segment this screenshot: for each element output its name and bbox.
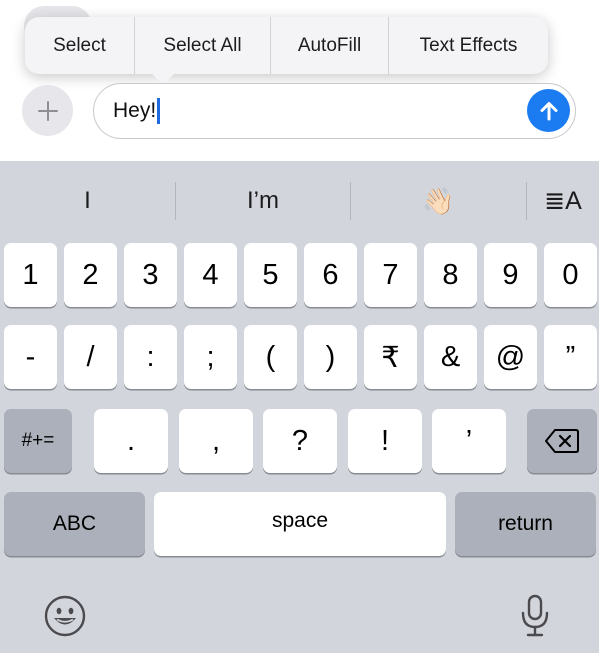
key-question[interactable]: ? <box>263 409 337 473</box>
key-colon[interactable]: : <box>124 325 177 389</box>
text-formatting-button[interactable]: ≣A <box>527 161 599 241</box>
key-label: ( <box>265 340 276 373</box>
key-apostrophe[interactable]: ’ <box>432 409 506 473</box>
menu-item-text-effects[interactable]: Text Effects <box>389 17 548 74</box>
key-label: ₹ <box>381 341 400 374</box>
key-1[interactable]: 1 <box>4 243 57 307</box>
key-label: 5 <box>262 258 279 291</box>
add-attachment-button[interactable] <box>22 85 73 136</box>
key-label: ? <box>291 424 309 457</box>
key-4[interactable]: 4 <box>184 243 237 307</box>
key-label: ABC <box>52 512 97 535</box>
keyboard: I I’m 👋🏻 ≣A 1 2 3 4 5 6 7 8 9 0 - / : ; … <box>0 161 599 653</box>
key-exclamation[interactable]: ! <box>348 409 422 473</box>
backspace-icon <box>545 429 579 453</box>
key-quote[interactable]: ” <box>544 325 597 389</box>
key-5[interactable]: 5 <box>244 243 297 307</box>
key-rupee[interactable]: ₹ <box>364 325 417 389</box>
key-label: 4 <box>202 258 219 291</box>
key-label: ” <box>565 340 576 373</box>
key-period[interactable]: . <box>94 409 168 473</box>
key-label: & <box>440 340 461 373</box>
dictation-button[interactable] <box>512 593 558 639</box>
key-at[interactable]: @ <box>484 325 537 389</box>
arrow-up-icon <box>540 101 557 120</box>
key-3[interactable]: 3 <box>124 243 177 307</box>
text-edit-menu: Select Select All AutoFill Text Effects <box>25 17 548 74</box>
delete-button[interactable] <box>527 409 597 473</box>
key-comma[interactable]: , <box>179 409 253 473</box>
microphone-icon <box>521 594 549 637</box>
suggestion-2[interactable]: I’m <box>176 161 350 241</box>
menu-item-autofill[interactable]: AutoFill <box>271 17 388 74</box>
key-label: 9 <box>502 258 519 291</box>
key-label: 6 <box>322 258 339 291</box>
suggestion-1[interactable]: I <box>0 161 175 241</box>
key-label: ; <box>206 340 215 373</box>
emoji-icon <box>44 595 86 637</box>
key-label: 7 <box>382 258 399 291</box>
key-hyphen[interactable]: - <box>4 325 57 389</box>
key-label: ! <box>380 424 390 457</box>
key-label: ) <box>325 340 336 373</box>
space-key[interactable]: space <box>154 492 446 556</box>
key-open-paren[interactable]: ( <box>244 325 297 389</box>
key-7[interactable]: 7 <box>364 243 417 307</box>
key-semicolon[interactable]: ; <box>184 325 237 389</box>
key-label: - <box>25 340 36 373</box>
key-2[interactable]: 2 <box>64 243 117 307</box>
key-9[interactable]: 9 <box>484 243 537 307</box>
key-label: . <box>126 424 136 457</box>
more-symbols-key[interactable]: #+= <box>4 409 72 473</box>
key-label: / <box>86 340 95 373</box>
emoji-keyboard-button[interactable] <box>42 593 88 639</box>
key-label: 8 <box>442 258 459 291</box>
key-ampersand[interactable]: & <box>424 325 477 389</box>
suggestion-emoji[interactable]: 👋🏻 <box>351 161 526 241</box>
send-button[interactable] <box>527 89 570 132</box>
plus-icon <box>37 100 58 121</box>
message-input[interactable]: Hey! <box>93 83 576 139</box>
key-label: 1 <box>22 258 39 291</box>
predictive-bar: I I’m 👋🏻 ≣A <box>0 161 599 241</box>
compose-area: Select Select All AutoFill Text Effects … <box>0 0 599 161</box>
key-label: : <box>146 340 155 373</box>
menu-item-select-all[interactable]: Select All <box>135 17 270 74</box>
key-slash[interactable]: / <box>64 325 117 389</box>
key-label: 3 <box>142 258 159 291</box>
text-cursor <box>157 98 161 124</box>
message-text-value: Hey! <box>113 99 157 122</box>
return-key[interactable]: return <box>455 492 596 556</box>
key-8[interactable]: 8 <box>424 243 477 307</box>
message-text: Hey! <box>113 98 161 124</box>
key-label: return <box>498 512 553 535</box>
key-6[interactable]: 6 <box>304 243 357 307</box>
key-close-paren[interactable]: ) <box>304 325 357 389</box>
key-label: space <box>271 509 329 532</box>
key-label: @ <box>495 340 526 373</box>
menu-item-select[interactable]: Select <box>25 17 134 74</box>
abc-key[interactable]: ABC <box>4 492 145 556</box>
key-label: ’ <box>465 424 473 457</box>
key-label: 0 <box>562 258 579 291</box>
key-label: #+= <box>21 430 55 451</box>
key-0[interactable]: 0 <box>544 243 597 307</box>
key-label: 2 <box>82 258 99 291</box>
key-label: , <box>211 424 221 457</box>
